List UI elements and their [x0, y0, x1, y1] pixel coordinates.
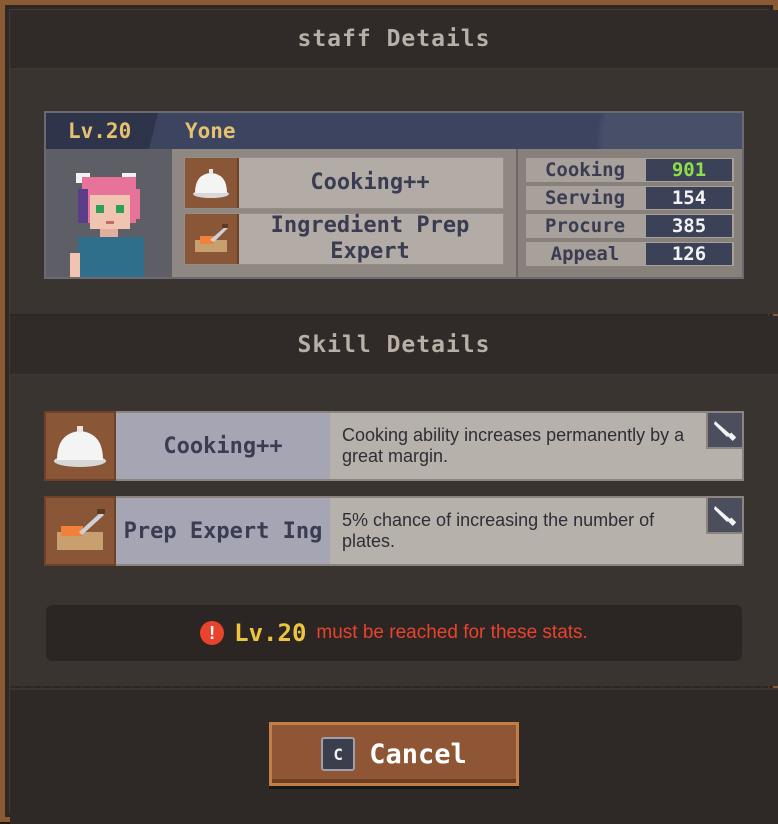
stat-label: Procure: [544, 215, 626, 237]
cutting-board-icon: [44, 496, 116, 566]
alert-icon: !: [200, 621, 225, 645]
staff-portrait: [46, 149, 172, 277]
dialog-title: staff Details: [297, 26, 491, 52]
skill-detail-name-area: Cooking++: [116, 413, 330, 479]
skill-detail-description: 5% chance of increasing the number of pl…: [342, 510, 655, 551]
stat-value: 126: [646, 243, 732, 265]
staff-details-dialog: staff Details Lv.20 Yone Cooking++ Ingre…: [0, 0, 778, 824]
section-title: Skill Details: [297, 332, 491, 358]
staff-skills: Cooking++ Ingredient Prep Expert: [172, 149, 518, 277]
skill-detail-name: Prep Expert Ing: [123, 518, 323, 544]
staff-name: Yone: [185, 119, 236, 143]
staff-skill-prep[interactable]: Ingredient Prep Expert: [184, 213, 504, 265]
stat-appeal: Appeal 126: [526, 242, 734, 266]
skill-detail-row: Prep Expert Ing 5% chance of increasing …: [44, 496, 744, 566]
staff-skill-name: Ingredient Prep Expert: [270, 213, 470, 264]
cutting-board-icon: [185, 214, 239, 264]
stat-label: Appeal: [550, 243, 620, 265]
skill-detail-name: Cooking++: [163, 433, 283, 459]
skill-details-header: Skill Details: [10, 316, 778, 376]
staff-stats: Cooking 901 Serving 154 Procure 385 Appe…: [524, 149, 740, 277]
cloche-icon: [44, 411, 116, 481]
staff-skill-name: Cooking++: [310, 170, 430, 195]
knife-icon[interactable]: [706, 498, 742, 534]
staff-card: Lv.20 Yone Cooking++ Ingredient Prep Exp…: [44, 111, 744, 279]
stat-procure: Procure 385: [526, 214, 734, 238]
skill-detail-row: Cooking++ Cooking ability increases perm…: [44, 411, 744, 481]
dialog-body: staff Details Lv.20 Yone Cooking++ Ingre…: [9, 9, 778, 824]
skill-detail-description: Cooking ability increases permanently by…: [342, 425, 685, 466]
cloche-icon: [185, 158, 239, 208]
stat-value: 154: [646, 187, 732, 209]
knife-icon[interactable]: [706, 413, 742, 449]
dialog-header: staff Details: [10, 10, 778, 70]
skill-detail-name-area: Prep Expert Ing: [116, 498, 330, 564]
cancel-label: Cancel: [369, 738, 467, 770]
keyboard-c-icon: C: [321, 737, 356, 771]
level-warning: ! Lv.20 must be reached for these stats.: [46, 605, 742, 661]
staff-level: Lv.20: [68, 119, 132, 143]
warning-level: Lv.20: [234, 619, 307, 647]
cancel-button[interactable]: C Cancel: [269, 722, 519, 786]
staff-card-header: Lv.20 Yone: [46, 113, 742, 149]
stat-cooking: Cooking 901: [526, 158, 734, 182]
chef-portrait-icon: [70, 173, 144, 277]
stat-serving: Serving 154: [526, 186, 734, 210]
stat-value: 901: [646, 159, 732, 181]
warning-text: must be reached for these stats.: [316, 622, 588, 643]
stat-value: 385: [646, 215, 732, 237]
staff-skill-cooking[interactable]: Cooking++: [184, 157, 504, 209]
stat-label: Serving: [544, 187, 626, 209]
stat-label: Cooking: [544, 159, 626, 181]
